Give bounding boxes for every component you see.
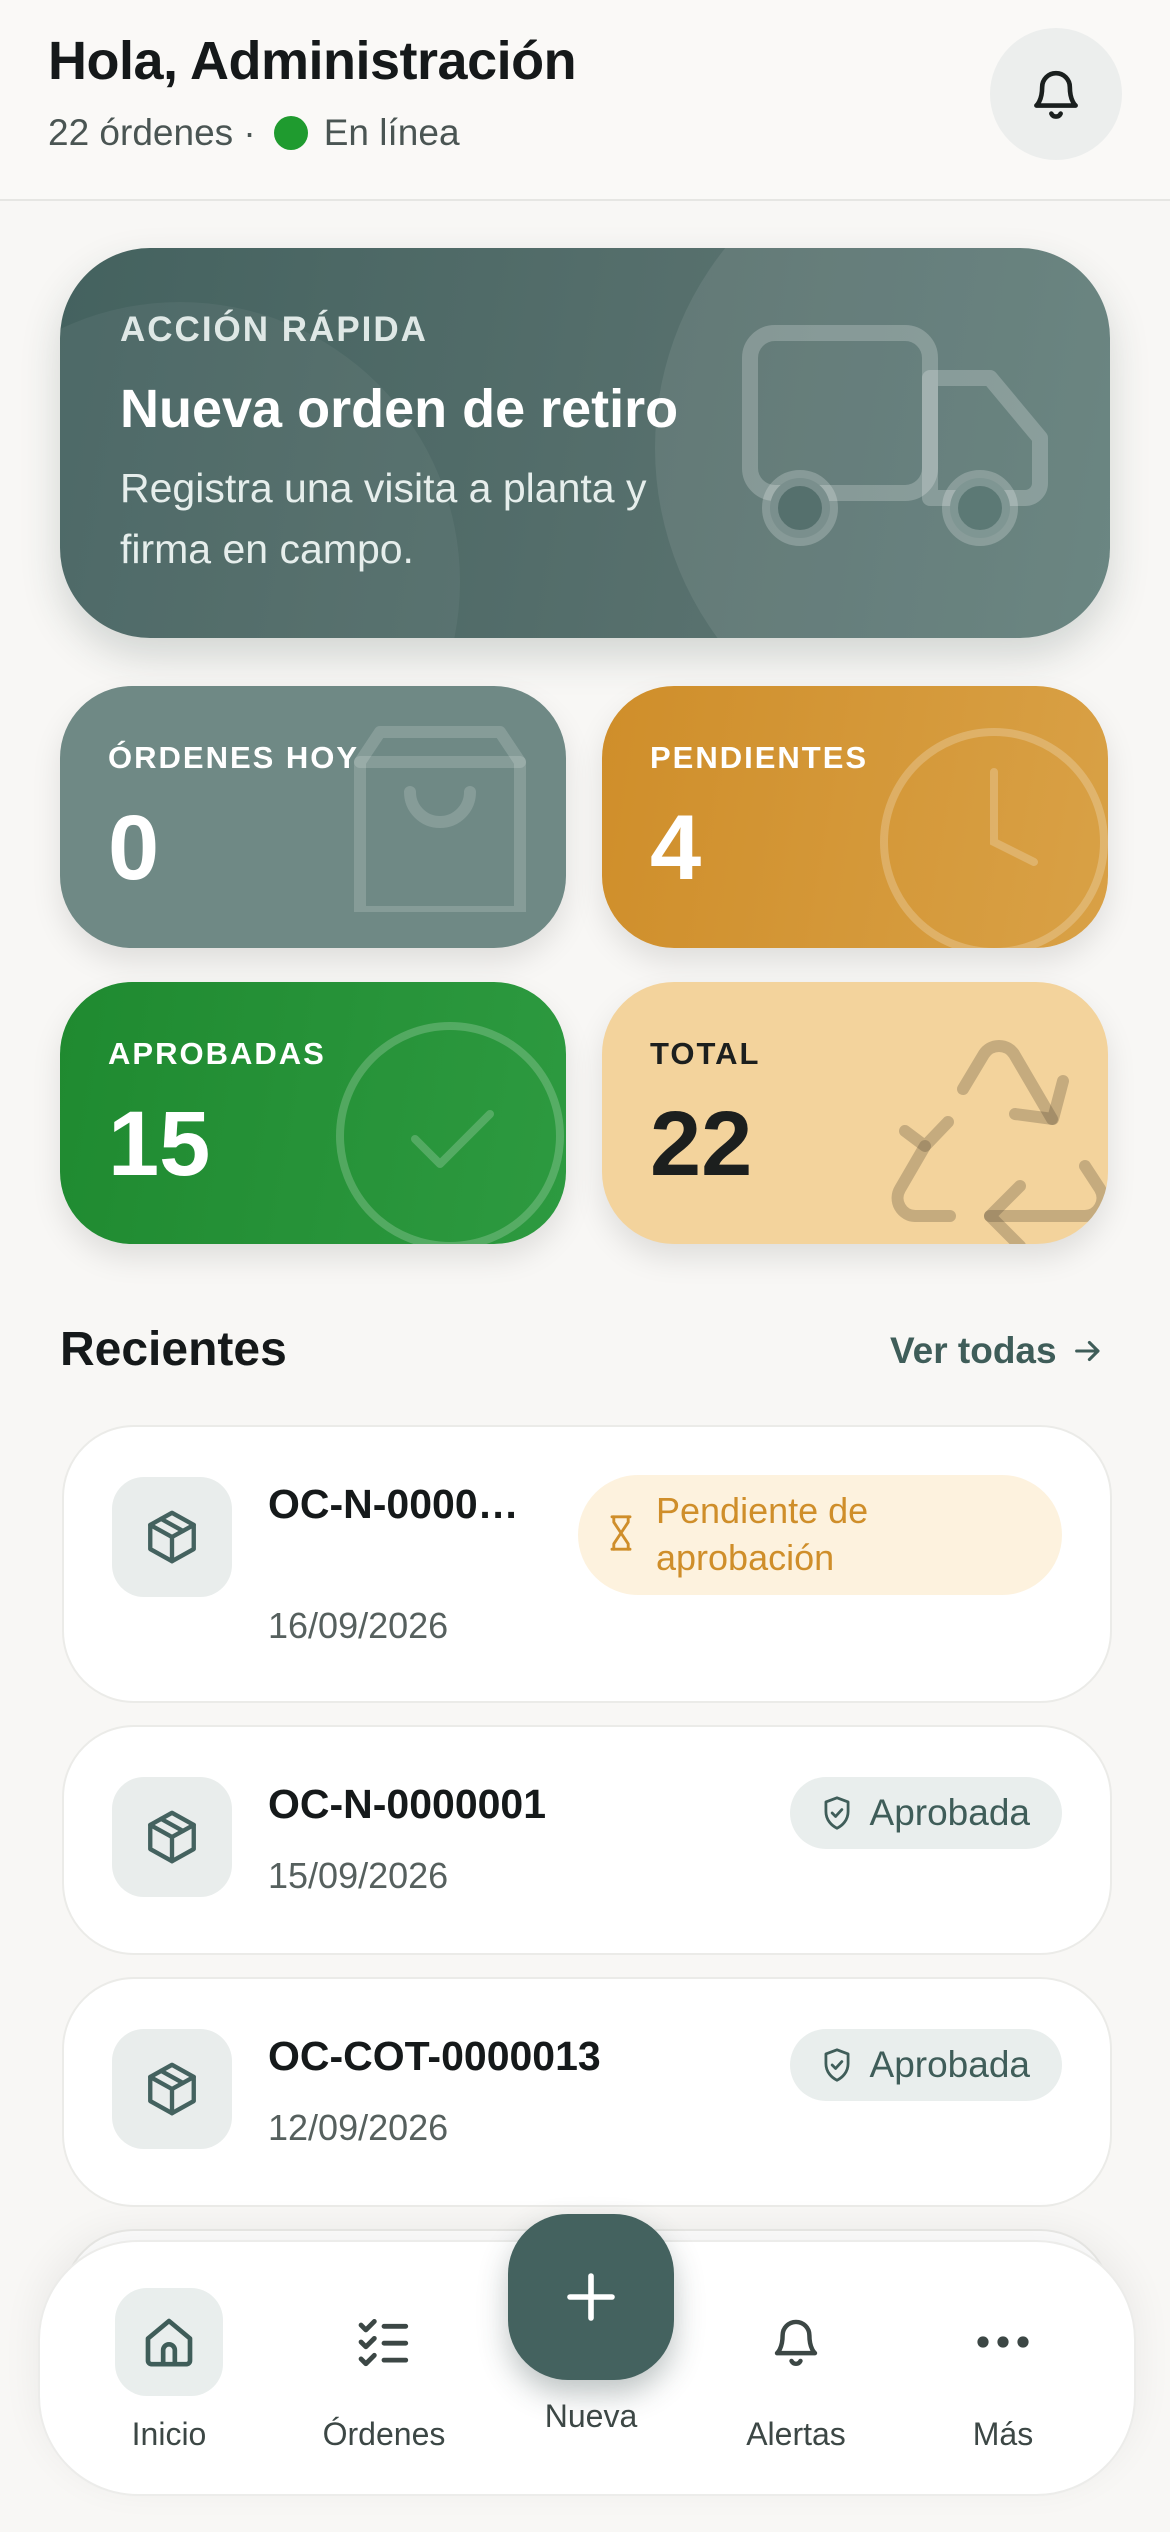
package-icon xyxy=(148,2062,196,2116)
quick-action-kicker: ACCIÓN RÁPIDA xyxy=(120,310,428,349)
recycle-icon xyxy=(891,1040,1108,1244)
new-order-button[interactable] xyxy=(508,2214,674,2380)
stat-label: ÓRDENES HOY xyxy=(108,740,360,775)
stat-value: 15 xyxy=(108,1093,211,1195)
hourglass-icon xyxy=(610,1515,632,1551)
arrow-right-icon xyxy=(1074,1340,1100,1362)
package-icon-box xyxy=(112,2029,232,2149)
stat-card-total[interactable]: TOTAL 22 xyxy=(602,982,1108,1244)
bell-icon-box xyxy=(742,2288,850,2396)
stat-label: PENDIENTES xyxy=(650,740,869,775)
stat-value: 22 xyxy=(650,1093,753,1195)
bell-icon xyxy=(774,2319,818,2366)
nav-label: Inicio xyxy=(131,2416,207,2452)
nav-item-orders[interactable]: Órdenes xyxy=(284,2242,484,2494)
checklist-icon xyxy=(358,2319,409,2367)
package-icon-box xyxy=(112,1477,232,1597)
more-icon xyxy=(977,2336,1029,2348)
status-badge: Pendiente de aprobación xyxy=(578,1475,1062,1595)
order-code: OC-N-0000… xyxy=(268,1481,519,1527)
app-header: Hola, Administración 22 órdenes · En lín… xyxy=(0,0,1170,201)
orders-count: 22 órdenes · xyxy=(48,112,256,153)
order-date: 15/09/2026 xyxy=(268,1855,449,1896)
see-all-label: Ver todas xyxy=(890,1330,1057,1371)
order-card[interactable]: OC-N-0000… 16/09/2026 Pendiente de aprob… xyxy=(62,1425,1112,1703)
package-icon-box xyxy=(112,1777,232,1897)
more-icon-box xyxy=(949,2288,1057,2396)
nav-item-alerts[interactable]: Alertas xyxy=(696,2242,896,2494)
online-status-dot xyxy=(273,116,308,150)
check-circle-icon xyxy=(336,1022,564,1244)
stat-label: TOTAL xyxy=(650,1036,761,1071)
bag-icon xyxy=(354,726,526,912)
shield-check-icon xyxy=(824,2048,849,2082)
status-badge: Aprobada xyxy=(789,2029,1062,2101)
nav-label: Más xyxy=(972,2416,1034,2452)
status-label: Aprobada xyxy=(869,2044,1030,2085)
nav-item-home[interactable]: Inicio xyxy=(69,2242,269,2494)
package-icon xyxy=(148,1810,196,1864)
stat-value: 0 xyxy=(108,797,160,899)
nav-item-more[interactable]: Más xyxy=(903,2242,1103,2494)
plus-icon xyxy=(567,2273,615,2321)
notifications-button[interactable] xyxy=(990,28,1122,160)
order-card[interactable]: OC-COT-0000013 12/09/2026 Aprobada xyxy=(62,1977,1112,2207)
checklist-icon-box xyxy=(330,2288,438,2396)
bell-icon xyxy=(1034,70,1078,119)
clock-icon xyxy=(880,728,1108,948)
nav-label-new: Nueva xyxy=(544,2398,638,2434)
home-icon-box xyxy=(115,2288,223,2396)
see-all-link[interactable]: Ver todas xyxy=(890,1330,1105,1372)
section-title: Recientes xyxy=(60,1323,287,1376)
quick-action-card[interactable]: ACCIÓN RÁPIDA Nueva orden de retiro Regi… xyxy=(60,248,1110,638)
stat-value: 4 xyxy=(650,797,702,899)
order-code: OC-N-0000001 xyxy=(268,1781,547,1827)
page-title: Hola, Administración xyxy=(48,31,577,91)
stat-card-pending[interactable]: PENDIENTES 4 xyxy=(602,686,1108,948)
package-icon xyxy=(148,1510,196,1564)
status-label: Aprobada xyxy=(869,1792,1030,1833)
status-label: Pendiente de aprobación xyxy=(656,1490,869,1578)
order-date: 16/09/2026 xyxy=(268,1605,449,1646)
shield-check-icon xyxy=(824,1796,849,1830)
stat-card-approved[interactable]: APROBADAS 15 xyxy=(60,982,566,1244)
stat-card-today[interactable]: ÓRDENES HOY 0 xyxy=(60,686,566,948)
order-code: OC-COT-0000013 xyxy=(268,2033,601,2079)
quick-action-title: Nueva orden de retiro xyxy=(120,379,679,439)
online-status-label: En línea xyxy=(323,112,460,153)
order-date: 12/09/2026 xyxy=(268,2107,449,2148)
nav-label: Alertas xyxy=(746,2416,846,2452)
home-icon xyxy=(145,2318,193,2367)
header-subtitle: 22 órdenes · En línea xyxy=(48,112,460,154)
truck-icon xyxy=(742,325,1048,546)
order-card[interactable]: OC-N-0000001 15/09/2026 Aprobada xyxy=(62,1725,1112,1955)
stat-label: APROBADAS xyxy=(108,1036,326,1071)
status-badge: Aprobada xyxy=(789,1777,1062,1849)
quick-action-description: Registra una visita a planta y firma en … xyxy=(120,465,647,572)
nav-label: Órdenes xyxy=(322,2416,446,2452)
